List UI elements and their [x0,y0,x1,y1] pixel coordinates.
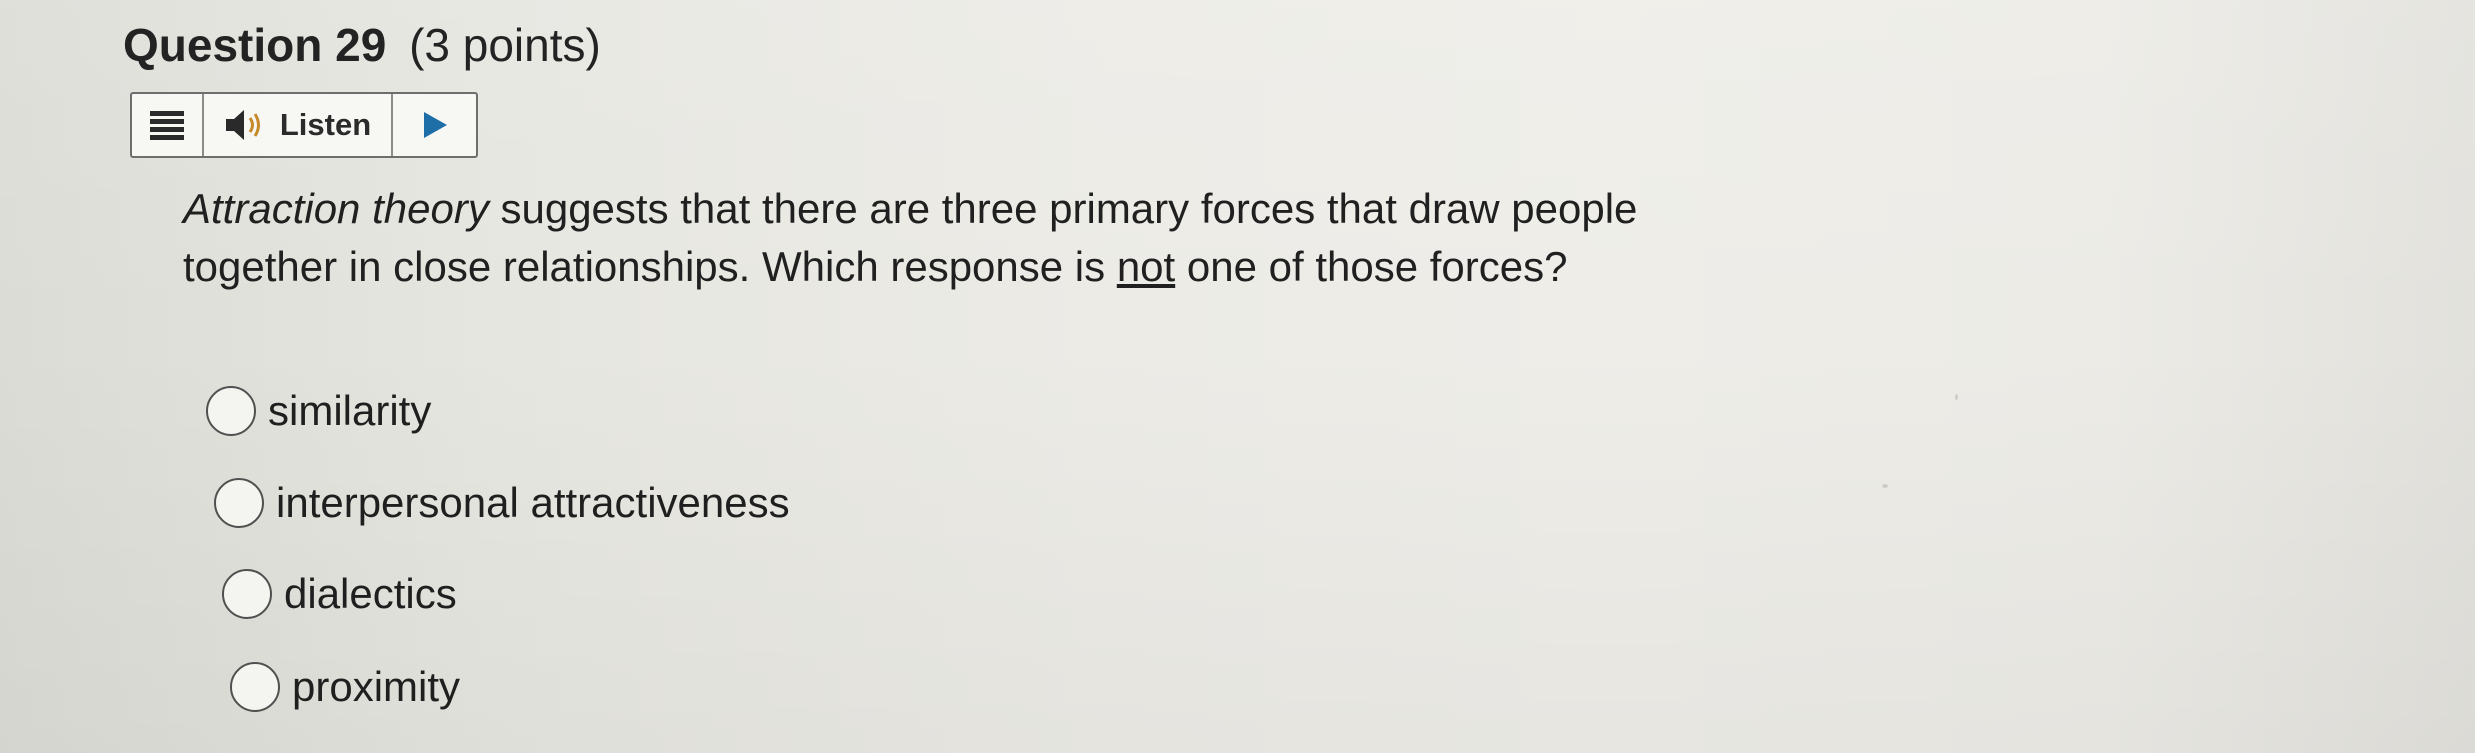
option-label: dialectics [284,570,457,617]
prompt-italic-term: Attraction theory [183,185,489,232]
prompt-underlined-word: not [1116,243,1176,290]
radio-button[interactable] [230,662,280,712]
question-prompt: Attraction theory suggests that there ar… [183,180,1783,296]
question-number: Question 29 [123,19,387,71]
option-proximity[interactable]: proximity [230,662,460,712]
option-label: interpersonal attractiveness [276,479,790,526]
question-title: Question 29 (3 points) [123,14,601,76]
option-interpersonal-attractiveness[interactable]: interpersonal attractiveness [214,478,790,528]
radio-button[interactable] [214,478,264,528]
option-dialectics[interactable]: dialectics [222,569,457,619]
option-similarity[interactable]: similarity [206,386,431,436]
speaker-icon [225,110,260,140]
toolbar-menu-button[interactable] [132,94,204,156]
screen-speck [1955,394,1958,400]
screen-speck [1882,484,1888,488]
hamburger-menu-icon [150,111,184,140]
question-points: (3 points) [409,19,601,71]
prompt-text-part2: one of those forces? [1175,243,1568,290]
option-label: proximity [292,663,461,710]
radio-button[interactable] [206,386,256,436]
listen-toolbar: Listen [130,92,478,158]
play-button[interactable] [393,94,476,156]
listen-button[interactable]: Listen [204,94,393,156]
listen-label: Listen [279,107,372,142]
radio-button[interactable] [222,569,272,619]
option-label: similarity [268,387,432,434]
play-icon [423,112,447,138]
